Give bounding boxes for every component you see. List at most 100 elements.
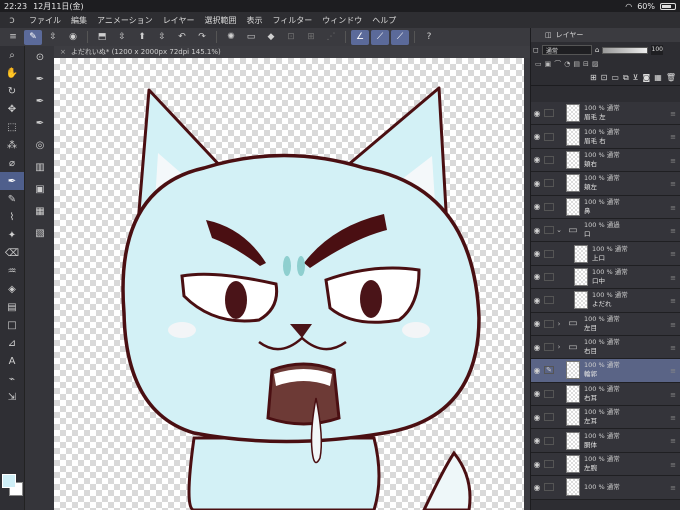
drag-handle-icon[interactable]: ≡ xyxy=(670,204,676,212)
visibility-eye-icon[interactable]: ◉ xyxy=(531,483,543,492)
duplicate-icon[interactable]: ⧉ xyxy=(623,73,629,83)
folder-icon[interactable]: ▭ xyxy=(535,60,542,68)
drag-handle-icon[interactable]: ≡ xyxy=(670,484,676,492)
visibility-eye-icon[interactable]: ◉ xyxy=(531,132,543,141)
layer-check-box[interactable] xyxy=(544,226,554,235)
visibility-eye-icon[interactable]: ◉ xyxy=(531,155,543,164)
wand-icon[interactable]: ⁂ xyxy=(0,136,24,154)
layer-row[interactable]: ◉ 100 % 通常 ≡ xyxy=(531,476,680,500)
app-logo-icon[interactable]: ↄ xyxy=(0,15,24,26)
layer-check-box[interactable] xyxy=(544,483,554,492)
layer-check-box[interactable] xyxy=(544,460,554,469)
drawing-canvas[interactable] xyxy=(54,58,524,510)
layer-check-box[interactable] xyxy=(544,249,554,258)
frame-icon[interactable]: ⊿ xyxy=(0,334,24,352)
pen-icon[interactable]: ✒ xyxy=(0,172,24,190)
fill-icon[interactable]: ◆ xyxy=(262,30,280,45)
select-rect-icon[interactable]: ⬚ xyxy=(0,118,24,136)
layer-row[interactable]: ◉ 100 % 通常 胴体 ≡ xyxy=(531,429,680,453)
layer-check-box[interactable] xyxy=(544,413,554,422)
layer-row[interactable]: ◉ 100 % 通常 左耳 ≡ xyxy=(531,406,680,430)
move-icon[interactable]: ✥ xyxy=(0,100,24,118)
drag-handle-icon[interactable]: ≡ xyxy=(670,344,676,352)
pen-maru-icon[interactable]: ✒ xyxy=(25,90,55,112)
eraser-icon[interactable]: ⌫ xyxy=(0,244,24,262)
visibility-eye-icon[interactable]: ◉ xyxy=(531,460,543,469)
drag-handle-icon[interactable]: ≡ xyxy=(670,437,676,445)
drag-handle-icon[interactable]: ≡ xyxy=(670,391,676,399)
undo-icon[interactable]: ↶ xyxy=(173,30,191,45)
menu-file[interactable]: ファイル xyxy=(24,15,66,26)
apply-mask-icon[interactable]: ▦ xyxy=(654,73,662,82)
opacity-slider[interactable] xyxy=(602,46,649,54)
gradient-icon[interactable]: ▤ xyxy=(0,298,24,316)
pen-g-icon[interactable]: ✒ xyxy=(25,68,55,90)
layer-check-box[interactable] xyxy=(544,296,554,305)
layer-check-box[interactable] xyxy=(544,436,554,445)
blend-mode-select[interactable]: 通常 xyxy=(541,45,592,55)
layer-row[interactable]: ◉ › ▭ 100 % 通常 右目 ≡ xyxy=(531,335,680,360)
layer-row[interactable]: ◉ 100 % 通常鼻 ≡ xyxy=(531,195,680,219)
drag-handle-icon[interactable]: ≡ xyxy=(670,110,676,118)
selection-grid-icon[interactable]: ⊞ xyxy=(302,30,320,45)
visibility-eye-icon[interactable]: ◉ xyxy=(531,202,543,211)
layer-check-box[interactable] xyxy=(544,272,554,281)
lock-icon[interactable]: ⌂ xyxy=(595,46,599,54)
pen-kabura-icon[interactable]: ✒ xyxy=(25,112,55,134)
menu-help[interactable]: ヘルプ xyxy=(367,15,401,26)
eyedropper-icon[interactable]: ⌀ xyxy=(0,154,24,172)
drag-handle-icon[interactable]: ≡ xyxy=(670,297,676,305)
pen-tool-icon[interactable]: ✎ xyxy=(24,29,42,45)
clip-icon[interactable]: ⌒ xyxy=(554,59,561,69)
new-raster-layer-icon[interactable]: ⊞ xyxy=(590,73,597,82)
main-color[interactable] xyxy=(2,474,16,488)
drag-handle-icon[interactable]: ≡ xyxy=(670,461,676,469)
blend-icon[interactable]: ♒ xyxy=(0,262,24,280)
layer-color-icon[interactable]: ◻ xyxy=(533,46,539,54)
drag-handle-icon[interactable]: ≡ xyxy=(670,274,676,282)
new-vector-layer-icon[interactable]: ⊡ xyxy=(601,73,608,82)
visibility-eye-icon[interactable]: ◉ xyxy=(531,272,543,281)
drag-handle-icon[interactable]: ≡ xyxy=(670,180,676,188)
help-icon[interactable]: ? xyxy=(420,30,438,45)
pen-felt-icon[interactable]: ▥ xyxy=(25,156,55,178)
visibility-eye-icon[interactable]: ◉ xyxy=(531,413,543,422)
search-icon[interactable]: ⊙ xyxy=(25,46,55,68)
layer-check-box[interactable] xyxy=(544,179,554,188)
shape-icon[interactable]: □ xyxy=(0,316,24,334)
menu-filter[interactable]: フィルター xyxy=(267,15,317,26)
drag-handle-icon[interactable]: ≡ xyxy=(670,227,676,235)
layer-row[interactable]: ◉ 100 % 通常 口中 ≡ xyxy=(531,265,680,290)
visibility-eye-icon[interactable]: ◉ xyxy=(531,109,543,118)
drag-handle-icon[interactable]: ≡ xyxy=(670,321,676,329)
layer-row[interactable]: ◉ 100 % 通常 頬右 ≡ xyxy=(531,148,680,173)
pen-texture-icon[interactable]: ▧ xyxy=(25,222,55,244)
document-tab[interactable]: × よだれいぬ* (1200 x 2000px 72dpi 145.1%) xyxy=(54,46,530,58)
drag-handle-icon[interactable]: ≡ xyxy=(670,367,676,375)
layer-row[interactable]: ◉ 100 % 通常 よだれ ≡ xyxy=(531,289,680,313)
share-icon[interactable]: ⬆ xyxy=(133,30,151,45)
chevron-updown-icon[interactable]: ⇳ xyxy=(44,30,62,45)
visibility-eye-icon[interactable]: ◉ xyxy=(531,319,543,328)
pencil-icon[interactable]: ✎ xyxy=(0,190,24,208)
color-chips[interactable] xyxy=(2,474,24,504)
text-icon[interactable]: A xyxy=(0,352,24,370)
drag-handle-icon[interactable]: ≡ xyxy=(670,133,676,141)
layer-check-box[interactable] xyxy=(544,155,554,164)
visibility-eye-icon[interactable]: ◉ xyxy=(531,389,543,398)
layer-row[interactable]: ◉ 100 % 通常 眉毛 右 ≡ xyxy=(531,125,680,149)
menu-animation[interactable]: アニメーション xyxy=(92,15,158,26)
visibility-eye-icon[interactable]: ◉ xyxy=(531,343,543,352)
menu-edit[interactable]: 編集 xyxy=(66,15,92,26)
layer-check-box[interactable] xyxy=(544,202,554,211)
loading-icon[interactable]: ✺ xyxy=(222,30,240,45)
layer-check-box[interactable] xyxy=(544,343,554,352)
reference-icon[interactable]: ◔ xyxy=(564,60,570,68)
clear-icon[interactable]: ▭ xyxy=(242,30,260,45)
layer-row[interactable]: ◉ › ▭ 100 % 通常 左目 ≡ xyxy=(531,312,680,336)
correction-icon[interactable]: ⇲ xyxy=(0,388,24,406)
redo-icon[interactable]: ↷ xyxy=(193,30,211,45)
ruler-icon[interactable]: ⟋ xyxy=(371,29,389,45)
visibility-eye-icon[interactable]: ◉ xyxy=(531,226,543,235)
lock-alpha-icon[interactable]: ▣ xyxy=(545,60,552,68)
